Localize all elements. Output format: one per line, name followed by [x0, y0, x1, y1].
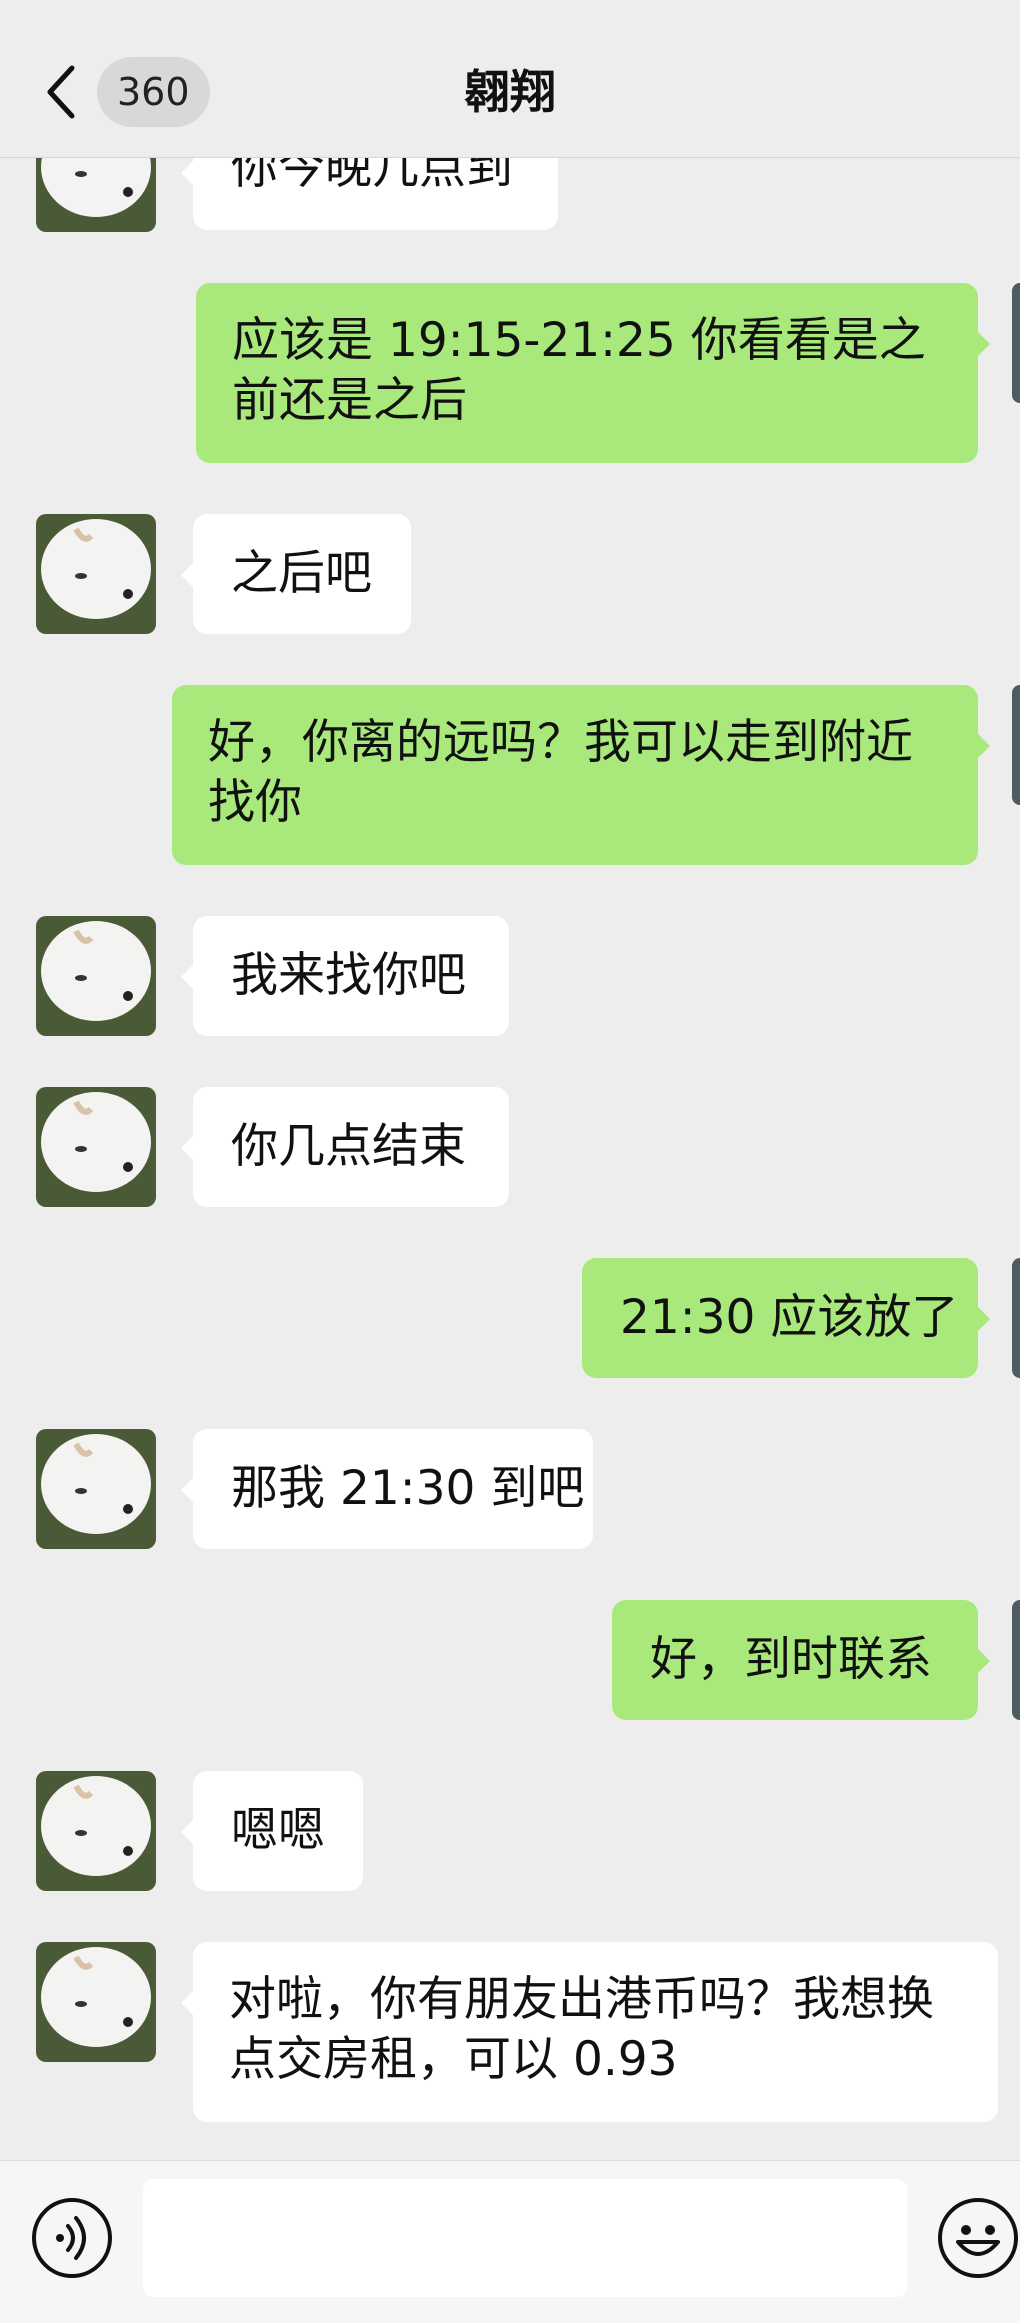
self-avatar[interactable] — [1012, 1258, 1020, 1378]
contact-avatar[interactable] — [36, 916, 156, 1036]
message-bubble-incoming[interactable]: 对啦，你有朋友出港币吗？我想换点交房租，可以 0.93 — [181, 1942, 998, 2122]
message-bubble-incoming[interactable]: 那我 21:30 到吧 — [181, 1429, 593, 1549]
message-bubble-incoming[interactable]: 你几点结束 — [181, 1087, 509, 1207]
contact-avatar[interactable] — [36, 1942, 156, 2062]
message-bubble-outgoing[interactable]: 应该是 19:15-21:25 你看看是之前还是之后 — [196, 283, 990, 463]
voice-icon — [32, 2198, 112, 2278]
contact-avatar[interactable] — [36, 514, 156, 634]
contact-avatar[interactable] — [36, 1771, 156, 1891]
message-bubble-incoming[interactable]: 嗯嗯 — [181, 1771, 363, 1891]
contact-avatar[interactable] — [36, 1087, 156, 1207]
self-avatar[interactable] — [1012, 283, 1020, 403]
input-bar — [0, 2160, 1020, 2323]
message-bubble-incoming[interactable]: 之后吧 — [181, 514, 411, 634]
message-input[interactable] — [143, 2179, 907, 2297]
message-bubble-outgoing[interactable]: 好，你离的远吗？我可以走到附近找你 — [172, 685, 990, 865]
chat-title: 翱翔 — [464, 65, 556, 119]
chat-header: 360 翱翔 — [0, 0, 1020, 158]
emoji-button[interactable] — [936, 2196, 1020, 2280]
self-avatar[interactable] — [1012, 685, 1020, 805]
contact-avatar[interactable] — [36, 1429, 156, 1549]
emoji-icon — [938, 2198, 1018, 2278]
voice-button[interactable] — [30, 2196, 114, 2280]
message-bubble-incoming[interactable]: 我来找你吧 — [181, 916, 509, 1036]
message-bubble-outgoing[interactable]: 好，到时联系 — [612, 1600, 990, 1720]
self-avatar[interactable] — [1012, 1600, 1020, 1720]
chat-area[interactable]: 你今晚几点到 应该是 19:15-21:25 你看看是之前还是之后 之后吧 好，… — [0, 0, 1020, 2160]
message-bubble-outgoing[interactable]: 21:30 应该放了 — [582, 1258, 990, 1378]
